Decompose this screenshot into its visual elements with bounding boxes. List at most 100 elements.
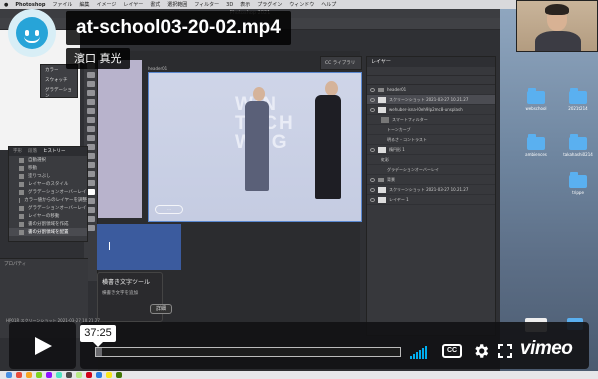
volume-bar — [416, 352, 418, 359]
play-button[interactable] — [9, 322, 76, 369]
swatch-panel: カラー スウォッチ グラデーション — [40, 64, 78, 99]
history-item-label: 塗りつぶし — [28, 174, 51, 179]
history-item-label: グラデーションオーバーレイ — [28, 190, 87, 195]
history-item: グラデーションオーバーレイ — [9, 204, 87, 212]
gear-icon[interactable] — [472, 342, 490, 360]
cc-icon[interactable]: CC — [442, 344, 462, 358]
tab-paragraph: 段落 — [28, 149, 37, 154]
layer-thumbnail — [378, 96, 386, 103]
desktop-folder: ambiences — [524, 134, 548, 157]
panel-item: スウォッチ — [45, 78, 68, 83]
vimeo-logo[interactable]: vimeo — [520, 338, 573, 360]
volume-bar — [413, 354, 415, 359]
menu-item: プラグイン — [257, 2, 283, 8]
avatar-face-icon — [16, 17, 48, 49]
menu-item: ウィンドウ — [289, 2, 315, 8]
layer-name: グラデーションオーバーレイ — [387, 166, 439, 172]
folder-icon — [569, 134, 587, 150]
folder-icon — [569, 172, 587, 188]
history-step-icon — [19, 157, 24, 163]
dock-app-icon — [26, 372, 32, 378]
folder-label: trippe — [572, 190, 584, 195]
stamp-tool-icon — [86, 126, 95, 132]
layer-row: wehuber-isna-l0eh9lp2mc8-unsplash — [367, 105, 495, 115]
model-image — [245, 101, 269, 191]
history-item: 塗りつぶし — [9, 172, 87, 180]
desktop-folder: trippe — [566, 172, 590, 195]
history-step-icon — [19, 229, 24, 235]
history-step-icon — [19, 181, 24, 187]
layer-name: スマートフィルター — [392, 116, 428, 122]
layer-name: 虹彩 — [381, 156, 389, 162]
current-time: 37:25 — [80, 325, 116, 347]
dock-app-icon — [106, 372, 112, 378]
video-byline[interactable]: 濱口 真光 — [66, 48, 130, 69]
volume-bar — [410, 356, 412, 359]
menu-item: ヘルプ — [321, 2, 337, 8]
crop-tool-icon — [86, 90, 95, 96]
menu-item: 選択範囲 — [167, 2, 188, 8]
canvas-selection — [97, 224, 181, 270]
history-step-icon — [19, 173, 24, 179]
menu-item: レイヤー — [123, 2, 144, 8]
layer-row: 楕円形 1 — [367, 145, 495, 155]
history-step-icon — [19, 197, 21, 203]
select-tool-icon — [86, 81, 95, 87]
history-item-label: 書の分割領域を配置 — [28, 230, 69, 235]
history-step-icon — [19, 213, 24, 219]
layers-title: レイヤー — [367, 57, 495, 67]
side-artboard — [98, 60, 142, 218]
layer-thumbnail — [381, 116, 389, 123]
channel-avatar[interactable] — [8, 9, 56, 57]
history-item-label: レイヤーの移動 — [28, 214, 60, 219]
layers-panel: レイヤー header01 スクリーンショット 2021-03-27 10.21… — [366, 56, 496, 336]
dock-app-icon — [46, 372, 52, 378]
apple-icon: ● — [4, 1, 9, 8]
layer-name: 明るさ・コントラスト — [387, 136, 427, 142]
layer-name: wehuber-isna-l0eh9lp2mc8-unsplash — [389, 107, 463, 112]
eye-icon — [370, 107, 375, 112]
history-item: グラデーションオーバーレイ — [9, 188, 87, 196]
model-image — [325, 81, 338, 96]
layer-name: レイヤー 1 — [389, 196, 409, 202]
layer-thumbnail — [378, 186, 386, 193]
layer-row: グラデーションオーバーレイ — [367, 165, 495, 175]
history-item-label: カラー値からのレイヤーを調整 — [24, 198, 87, 203]
folder-label: 2021t214 — [568, 106, 588, 111]
dock-app-icon — [36, 372, 42, 378]
history-panel: 字形 段落 ヒストリー 自動選択 移動 塗りつぶし レイヤーのスタイル グラデー… — [8, 146, 88, 242]
folder-icon — [527, 88, 545, 104]
layer-name: 楕円形 1 — [389, 146, 405, 152]
layer-name: スクリーンショット 2021-03-27 10.21.27 — [389, 96, 469, 102]
history-item-label: 移動 — [28, 166, 37, 171]
history-tabs: 字形 段落 ヒストリー — [9, 147, 87, 156]
main-artboard: WIN TECH WOG ··· — [148, 72, 362, 222]
text-cursor-icon — [109, 242, 112, 250]
layers-controls — [367, 67, 495, 76]
volume-bar — [425, 346, 427, 359]
layer-row: トーンカーブ — [367, 125, 495, 135]
cc-library-panel: CC ライブラリ — [320, 56, 362, 70]
video-title[interactable]: at-school03-20-02.mp4 — [66, 11, 291, 45]
history-item: 書の分割領域を作成 — [9, 220, 87, 228]
volume-bar — [419, 350, 421, 359]
layer-name: 背景 — [387, 176, 395, 182]
volume-icon[interactable] — [410, 345, 434, 359]
dock-app-icon — [86, 372, 92, 378]
layer-row: スマートフィルター — [367, 115, 495, 125]
layer-row: 虹彩 — [367, 155, 495, 165]
eyedropper-tool-icon — [86, 99, 95, 105]
eye-icon — [370, 87, 375, 92]
history-item-label: レイヤーのスタイル — [28, 182, 69, 187]
fullscreen-icon[interactable] — [497, 343, 513, 359]
eye-icon — [370, 177, 375, 182]
history-item: レイヤーのスタイル — [9, 180, 87, 188]
history-item: 移動 — [9, 164, 87, 172]
menu-item: 書式 — [150, 2, 161, 8]
video-player[interactable]: ● Photoshop ファイル 編集 イメージ レイヤー 書式 選択範囲 フィ… — [0, 0, 598, 379]
tab-glyphs: 字形 — [13, 149, 22, 154]
tooltip-detail-button: 詳細 — [150, 304, 172, 314]
history-brush-icon — [86, 135, 95, 141]
progress-bar[interactable] — [95, 347, 401, 357]
history-item-label: グラデーションオーバーレイ — [28, 206, 87, 211]
